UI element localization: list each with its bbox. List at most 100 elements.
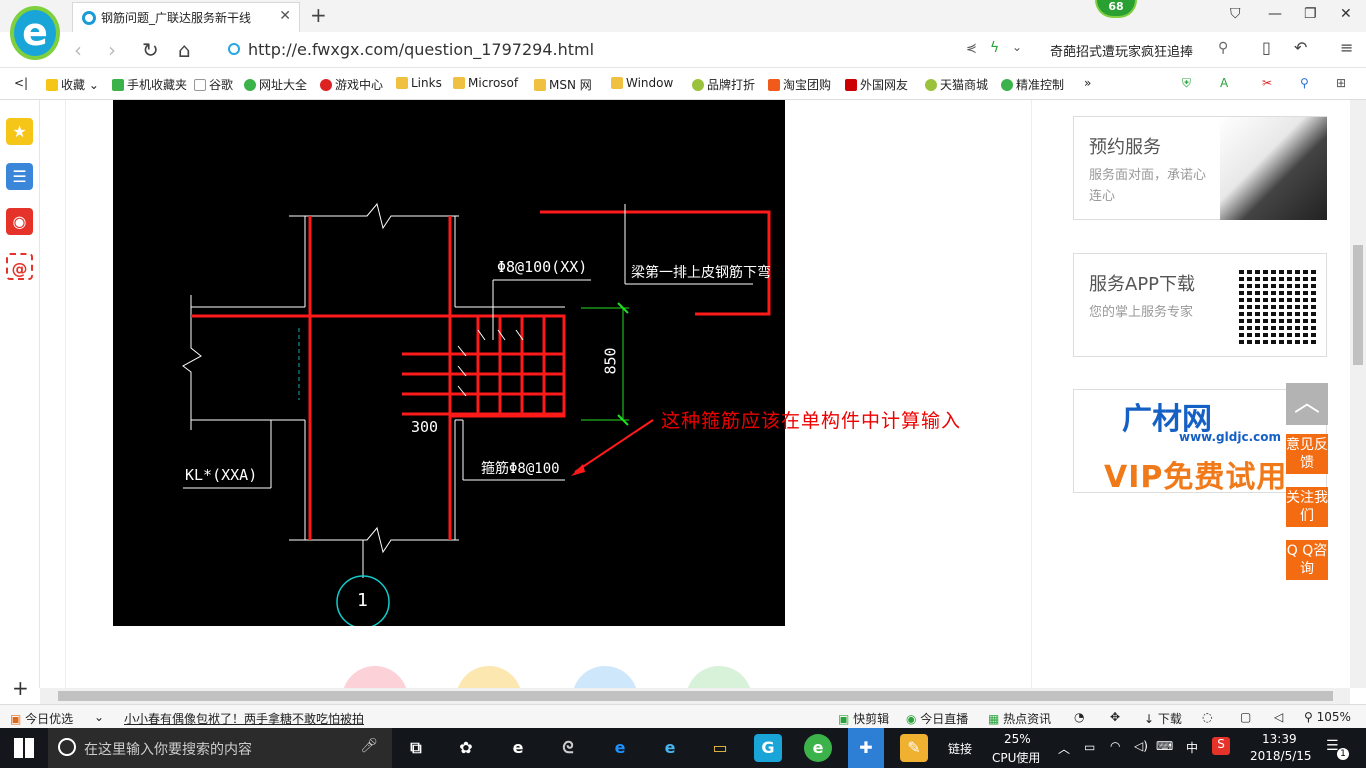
search-icon[interactable]: ⚲ (1218, 40, 1228, 56)
bookmark-google[interactable]: 谷歌 (194, 76, 233, 93)
browser-e-icon[interactable]: e (504, 734, 532, 762)
follow-us-button[interactable]: 关注我们 (1286, 487, 1328, 527)
bookmark-precise[interactable]: 精准控制 (1001, 76, 1064, 93)
tray-up-icon[interactable]: ︿ (1058, 740, 1070, 757)
favorites-star-icon[interactable]: ★ (6, 118, 33, 145)
bookmark-taobao[interactable]: 淘宝团购 (768, 76, 831, 93)
clock-date[interactable]: 2018/5/15 (1250, 749, 1312, 763)
chevron-down-icon[interactable]: ⌄ (1012, 40, 1022, 54)
bookmark-windows[interactable]: Window (611, 76, 673, 90)
browser-logo-icon[interactable]: e (10, 6, 60, 60)
reading-list-icon[interactable]: ☰ (6, 163, 33, 190)
zoom-level[interactable]: ⚲ 105% (1304, 710, 1351, 724)
microphone-icon[interactable]: 🎤︎ (360, 738, 378, 754)
gld-app-icon[interactable]: G (754, 734, 782, 762)
browser-tab[interactable]: 钢筋问题_广联达服务新干线 ✕ (72, 2, 300, 32)
apps-grid-icon[interactable]: ⊞ (1336, 76, 1346, 90)
undo-icon[interactable]: ↶ (1294, 38, 1307, 57)
news-ticker[interactable]: 小小春有偶像包袱了！两手拿糖不敢吃怕被拍 (124, 710, 364, 727)
today-live[interactable]: ◉ 今日直播 (906, 710, 968, 727)
download[interactable]: ↓ 下载 (1144, 710, 1182, 727)
bookmark-mobile[interactable]: 手机收藏夹 (112, 76, 187, 93)
speed-icon[interactable]: ◔ (1074, 710, 1084, 724)
ime-indicator[interactable]: 中 (1186, 739, 1198, 756)
hot-news[interactable]: ▦ 热点资讯 (988, 710, 1051, 727)
taskbar-search[interactable]: 在这里输入你要搜索的内容 🎤︎ (48, 728, 392, 768)
back-to-top-button[interactable]: ︿ (1286, 383, 1328, 425)
file-explorer-icon[interactable]: ▭ (706, 734, 734, 762)
back-arrow-icon[interactable]: ‹ (74, 38, 82, 62)
scissors-icon[interactable]: ✂ (1262, 76, 1272, 90)
refresh-icon[interactable]: ↻ (142, 38, 159, 62)
horizontal-scroll-thumb[interactable] (58, 691, 1333, 701)
app-download-card[interactable]: 服务APP下载 您的掌上服务专家 (1073, 253, 1327, 357)
keyboard-icon[interactable]: ⌨ (1156, 739, 1173, 753)
stirrup-spec-top: Φ8@100(XX) (497, 258, 588, 276)
notification-count: 1 (1337, 748, 1349, 760)
links-label[interactable]: 链接 (948, 740, 972, 757)
collapse-icon[interactable]: <| (14, 76, 28, 90)
home-icon[interactable]: ⌂ (178, 38, 191, 62)
add-sidebar-icon[interactable]: + (12, 676, 29, 700)
new-tab-button[interactable]: + (310, 3, 327, 27)
browser-green-icon[interactable]: e (804, 734, 832, 762)
window-icon[interactable]: ▢ (1240, 710, 1251, 724)
lightning-icon[interactable]: ϟ (990, 40, 999, 56)
annotation-text: 这种箍筋应该在单构件中计算输入 (661, 410, 962, 432)
menu-icon[interactable]: ≡ (1340, 38, 1353, 57)
volume-icon[interactable]: ◁) (1134, 739, 1148, 753)
clock-time[interactable]: 13:39 (1262, 732, 1297, 746)
shield-icon[interactable]: ⛨ (1182, 76, 1191, 91)
reserve-service-card[interactable]: 预约服务 服务面对面，承诺心连心 (1073, 116, 1327, 220)
quick-cut[interactable]: ▣ 快剪辑 (838, 710, 889, 727)
sogou-icon[interactable]: S (1212, 737, 1230, 755)
ie-icon[interactable]: e (656, 734, 684, 762)
bookmark-games[interactable]: 游戏中心 (320, 76, 383, 93)
edge-icon[interactable]: e (606, 734, 634, 762)
feedback-button[interactable]: 意见反馈 (1286, 434, 1328, 474)
tab-close-icon[interactable]: ✕ (279, 8, 291, 24)
pinwheel-app-icon[interactable]: ✿ (452, 734, 480, 762)
notification-badge[interactable]: 68 (1095, 0, 1137, 18)
wifi-icon[interactable]: ◠ (1110, 739, 1120, 753)
windows-start-icon[interactable] (14, 738, 34, 758)
restore-button[interactable]: ❐ (1304, 6, 1317, 22)
minimize-button[interactable]: — (1268, 6, 1282, 22)
spiral-app-icon[interactable]: ᘓ (554, 734, 582, 762)
phone-icon[interactable]: ▯ (1262, 38, 1271, 57)
address-bar[interactable]: http://e.fwxgx.com/question_1797294.html (226, 35, 1036, 63)
weibo-icon[interactable]: ◉ (6, 208, 33, 235)
search-suggestion[interactable]: 奇葩招式遭玩家疯狂追捧 (1050, 41, 1193, 60)
bookmark-microsoft[interactable]: Microsof (453, 76, 518, 90)
horizontal-scrollbar[interactable] (40, 688, 1350, 704)
bookmark-msn[interactable]: MSN 网 (534, 76, 592, 93)
bookmark-foreign[interactable]: 外国网友 (845, 76, 908, 93)
task-view-icon[interactable]: ⧉ (402, 734, 430, 762)
shirt-skin-icon[interactable]: ⛉ (1230, 6, 1241, 22)
active-app-icon[interactable]: ✚ (848, 728, 884, 768)
translate-icon[interactable]: A (1220, 76, 1228, 90)
close-window-button[interactable]: ✕ (1340, 6, 1352, 22)
more-bookmarks-icon[interactable]: » (1084, 76, 1091, 90)
battery-icon[interactable]: ▭ (1084, 740, 1095, 754)
vip-trial-text: VIP免费试用 (1104, 460, 1288, 493)
bookmark-sites[interactable]: 网址大全 (244, 76, 307, 93)
vertical-scrollbar[interactable] (1350, 100, 1366, 688)
forward-arrow-icon[interactable]: › (108, 38, 116, 62)
mail-icon[interactable]: @ (6, 253, 33, 280)
search-tool-icon[interactable]: ⚲ (1300, 76, 1309, 90)
vertical-scroll-thumb[interactable] (1353, 245, 1363, 365)
clean-icon[interactable]: ◌ (1202, 710, 1212, 724)
bookmark-tmall[interactable]: 天猫商城 (925, 76, 988, 93)
bookmark-favorites[interactable]: 收藏 ⌄ (46, 76, 99, 93)
share-icon[interactable]: ⋞ (966, 41, 977, 56)
qq-consult-button[interactable]: Q Q咨询 (1286, 540, 1328, 580)
chevron-down-icon[interactable]: ⌄ (94, 710, 104, 724)
puzzle-icon[interactable]: ✥ (1110, 710, 1120, 724)
title-bar: 钢筋问题_广联达服务新干线 ✕ + 68 ⛉ — ❐ ✕ (0, 0, 1366, 32)
speaker-icon[interactable]: ◁ (1274, 710, 1283, 724)
today-pick[interactable]: ▣ 今日优选 (10, 710, 73, 727)
notes-app-icon[interactable]: ✎ (900, 734, 928, 762)
bookmark-links[interactable]: Links (396, 76, 442, 90)
bookmark-brand[interactable]: 品牌打折 (692, 76, 755, 93)
